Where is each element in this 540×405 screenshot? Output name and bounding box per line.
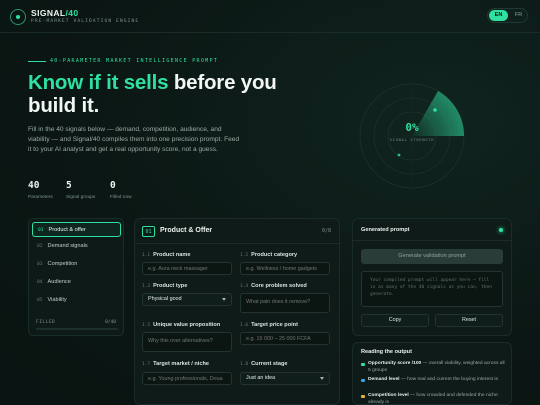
field-label: 1.6 Target price point (240, 322, 298, 328)
section-nav: 01 Product & offer 02 Demand signals 03 Com… (28, 218, 124, 336)
field-label: 1.1 Product name (142, 252, 191, 258)
nav-item-product-offer[interactable]: 01 Product & offer (32, 222, 121, 237)
eyebrow: 40-PARAMETER MARKET INTELLIGENCE PROMPT (50, 58, 219, 64)
field-label: 1.4 Core problem solved (240, 283, 307, 289)
list-item: Demand level — how real and current the … (361, 377, 507, 384)
status-dot-icon (499, 228, 503, 232)
eyebrow-line (28, 61, 46, 62)
signal-score: 0% (405, 121, 419, 134)
chevron-down-icon (222, 298, 226, 301)
field-label: 1.2 Product category (240, 252, 298, 258)
copy-button[interactable]: Copy (361, 314, 429, 327)
stat-groups: 5 Signal groups (66, 180, 96, 200)
card-divider (135, 243, 339, 244)
radar-blip (397, 153, 401, 157)
legend-square-icon (361, 394, 365, 398)
signal-radar: 0% SIGNAL STRENGTH (359, 83, 465, 189)
nav-item-audience[interactable]: 04 Audience (32, 275, 121, 290)
nav-item-demand-signals[interactable]: 02 Demand signals (32, 239, 121, 254)
target-market-input[interactable] (142, 372, 232, 385)
language-toggle[interactable]: EN FR (487, 8, 528, 23)
price-point-input[interactable] (240, 332, 330, 345)
legend-square-icon (361, 362, 365, 366)
field-label: 1.3 Product type (142, 283, 188, 289)
product-offer-card: 01 Product & Offer 0/8 1.1Product name 1… (134, 218, 340, 405)
filled-count: 0/40 (105, 320, 116, 325)
generated-title: Generated prompt (361, 227, 410, 233)
stat-parameters: 40 Parameters (28, 180, 53, 200)
nav-item-viability[interactable]: 05 Viability (32, 293, 121, 308)
filled-progress-bar (36, 328, 118, 330)
list-item: Competition level — how crowded and defe… (361, 393, 507, 404)
filled-label: FILLED (36, 320, 56, 325)
signal-logo-icon (10, 9, 26, 25)
card-title: Product & Offer (160, 227, 213, 234)
field-label: 1.8 Current stage (240, 361, 288, 367)
generate-prompt-button[interactable]: Generate validation prompt (361, 249, 503, 264)
reset-button[interactable]: Reset (435, 314, 503, 327)
card-progress: 0/8 (321, 228, 331, 234)
field-label: 1.7 Target market / niche (142, 361, 209, 367)
current-stage-select[interactable]: Just an idea (240, 372, 330, 385)
page-title: Know if it sells before you build it. (28, 71, 277, 117)
product-name-input[interactable] (142, 262, 232, 275)
product-category-input[interactable] (240, 262, 330, 275)
signal-label: SIGNAL STRENGTH (390, 138, 434, 142)
card-divider (353, 240, 511, 241)
prompt-output[interactable]: Your compiled prompt will appear here — … (361, 271, 503, 307)
product-type-select[interactable]: Physical good (142, 293, 232, 306)
value-proposition-textarea[interactable] (142, 332, 232, 352)
lang-en-button[interactable]: EN (489, 10, 508, 21)
reading-title: Reading the output (361, 349, 412, 355)
nav-item-competition[interactable]: 03 Competition (32, 257, 121, 272)
card-number: 01 (142, 226, 155, 237)
reading-output-card: Reading the output Opportunity score /10… (352, 342, 512, 405)
list-item: Opportunity score /100 — overall viabili… (361, 361, 507, 374)
radar-blip (433, 108, 437, 112)
intro-text: Fill in the 40 signals below — demand, c… (28, 126, 240, 153)
lang-fr-button[interactable]: FR (510, 10, 527, 21)
field-label: 1.5 Unique value proposition (142, 322, 221, 328)
brand-tagline: PRE-MARKET VALIDATION ENGINE (31, 19, 140, 24)
brand-name: SIGNAL/40 (31, 8, 79, 18)
top-bar (0, 0, 540, 33)
core-problem-textarea[interactable] (240, 293, 330, 313)
chevron-down-icon (320, 377, 324, 380)
generated-prompt-card: Generated prompt Generate validation pro… (352, 218, 512, 336)
legend-square-icon (361, 378, 365, 382)
stat-filled: 0 Filled now (110, 180, 132, 200)
